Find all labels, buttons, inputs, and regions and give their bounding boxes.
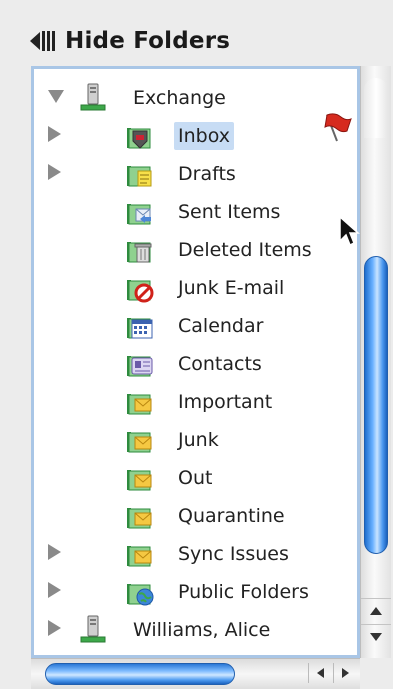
computer-icon bbox=[77, 83, 109, 113]
mail-folder-icon bbox=[124, 539, 156, 569]
disclosure-collapsed-icon[interactable] bbox=[48, 126, 61, 142]
folder-label: Drafts bbox=[178, 163, 236, 185]
tree-row-williams-alice[interactable]: Williams, Alice bbox=[34, 611, 357, 649]
contacts-icon bbox=[124, 349, 156, 379]
scroll-down-button[interactable] bbox=[361, 624, 391, 648]
tree-row-out[interactable]: Out bbox=[34, 459, 357, 497]
folder-label: Junk bbox=[178, 429, 219, 451]
scroll-left-button[interactable] bbox=[308, 663, 331, 683]
tree-row-sync-issues[interactable]: Sync Issues bbox=[34, 535, 357, 573]
junk-email-icon bbox=[124, 273, 156, 303]
sent-items-icon bbox=[124, 197, 156, 227]
mail-folder-icon bbox=[124, 501, 156, 531]
public-folders-icon bbox=[124, 577, 156, 607]
horizontal-scroll-thumb[interactable] bbox=[45, 663, 235, 685]
vertical-scroll-thumb[interactable] bbox=[364, 256, 388, 554]
computer-icon bbox=[77, 615, 109, 645]
mail-folder-icon bbox=[124, 463, 156, 493]
folder-label: Out bbox=[178, 467, 213, 489]
folder-label: Quarantine bbox=[178, 505, 285, 527]
tree-row-junk-e-mail[interactable]: Junk E-mail bbox=[34, 269, 357, 307]
flag-icon[interactable] bbox=[321, 111, 353, 143]
folder-label: Sent Items bbox=[178, 201, 281, 223]
tree-row-calendar[interactable]: Calendar bbox=[34, 307, 357, 345]
calendar-icon bbox=[124, 311, 156, 341]
tree-row-drafts[interactable]: Drafts bbox=[34, 155, 357, 193]
arrow-up-icon bbox=[370, 606, 382, 615]
folder-label: Sync Issues bbox=[178, 543, 289, 565]
disclosure-collapsed-icon[interactable] bbox=[48, 582, 61, 598]
hide-folders-label: Hide Folders bbox=[65, 28, 231, 54]
arrow-right-icon bbox=[341, 668, 349, 678]
tree-row-quarantine[interactable]: Quarantine bbox=[34, 497, 357, 535]
folder-label: Exchange bbox=[133, 87, 226, 109]
folder-label: Important bbox=[178, 391, 273, 413]
vertical-scrollbar[interactable] bbox=[360, 66, 391, 658]
scroll-track bbox=[364, 78, 388, 138]
disclosure-collapsed-icon[interactable] bbox=[48, 544, 61, 560]
tree-row-inbox[interactable]: Inbox bbox=[34, 113, 357, 155]
arrow-down-icon bbox=[370, 632, 382, 641]
hide-folders-button[interactable]: Hide Folders bbox=[30, 22, 230, 60]
mail-folder-icon bbox=[124, 387, 156, 417]
inbox-icon bbox=[124, 121, 156, 151]
arrow-left-icon bbox=[316, 668, 324, 678]
drafts-icon bbox=[124, 159, 156, 189]
folder-label: Contacts bbox=[178, 353, 262, 375]
mail-folder-icon bbox=[124, 425, 156, 455]
scroll-right-button[interactable] bbox=[333, 663, 356, 683]
deleted-items-icon bbox=[124, 235, 156, 265]
tree-row-junk[interactable]: Junk bbox=[34, 421, 357, 459]
folder-tree[interactable]: Exchange Inbox Drafts Sent Items Deleted Ite… bbox=[31, 66, 360, 658]
folder-label: Williams, Alice bbox=[133, 619, 271, 641]
tree-row-exchange[interactable]: Exchange bbox=[34, 79, 357, 117]
horizontal-scrollbar[interactable] bbox=[31, 658, 360, 689]
hide-folders-icon bbox=[30, 31, 55, 51]
folder-label: Deleted Items bbox=[178, 239, 312, 261]
disclosure-collapsed-icon[interactable] bbox=[48, 620, 61, 636]
tree-row-sent-items[interactable]: Sent Items bbox=[34, 193, 357, 231]
scroll-up-button[interactable] bbox=[361, 598, 391, 622]
disclosure-collapsed-icon[interactable] bbox=[48, 164, 61, 180]
folder-label: Calendar bbox=[178, 315, 264, 337]
folder-label: Junk E-mail bbox=[178, 277, 285, 299]
folder-label: Public Folders bbox=[178, 581, 309, 603]
tree-row-contacts[interactable]: Contacts bbox=[34, 345, 357, 383]
tree-row-deleted-items[interactable]: Deleted Items bbox=[34, 231, 357, 269]
mouse-pointer-icon bbox=[339, 215, 360, 247]
disclosure-expanded-icon[interactable] bbox=[48, 90, 64, 103]
tree-row-public-folders[interactable]: Public Folders bbox=[34, 573, 357, 611]
tree-row-important[interactable]: Important bbox=[34, 383, 357, 421]
folder-label: Inbox bbox=[174, 122, 234, 150]
